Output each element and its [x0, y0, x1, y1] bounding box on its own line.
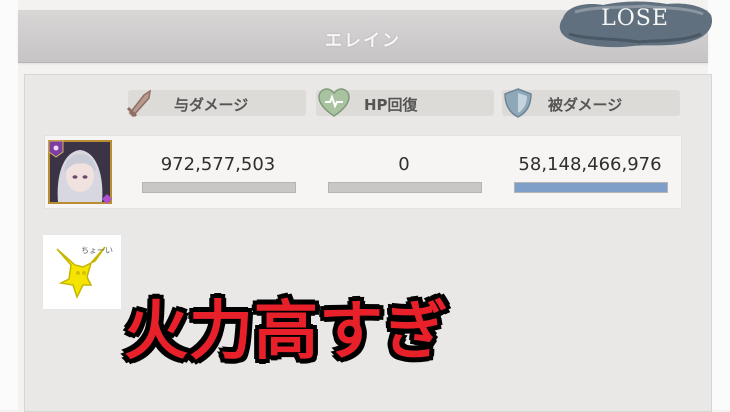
lose-badge: LOSE: [555, 0, 715, 50]
damage-dealt-value: 972,577,503: [160, 154, 276, 175]
header-damage-taken: 被ダメージ: [502, 88, 680, 118]
damage-dealt-bar: [142, 182, 296, 193]
sword-icon: [126, 89, 151, 118]
header-label: 与ダメージ: [174, 96, 249, 114]
header-label: 被ダメージ: [548, 96, 623, 114]
sticker-text: ちょーい: [81, 246, 113, 255]
left-frame: [0, 0, 18, 410]
hp-recovery-bar: [328, 182, 482, 193]
header-label: HP回復: [364, 96, 418, 114]
hp-recovery-value: 0: [398, 154, 410, 175]
heart-icon: [318, 88, 350, 117]
sticker: ちょーい: [42, 234, 122, 310]
lose-label: LOSE: [601, 6, 669, 31]
damage-taken-value: 58,148,466,976: [518, 154, 662, 175]
damage-taken-bar: [514, 182, 668, 193]
bar-fill: [515, 183, 667, 192]
header-damage-dealt: 与ダメージ: [126, 89, 306, 118]
overlay-caption: 火力高すぎ: [124, 295, 449, 369]
rarity-gem-icon: [102, 194, 112, 204]
header-hp-recovery: HP回復: [316, 88, 494, 117]
element-icon: [48, 140, 64, 158]
character-portrait[interactable]: [48, 140, 112, 204]
shield-icon: [504, 88, 532, 118]
